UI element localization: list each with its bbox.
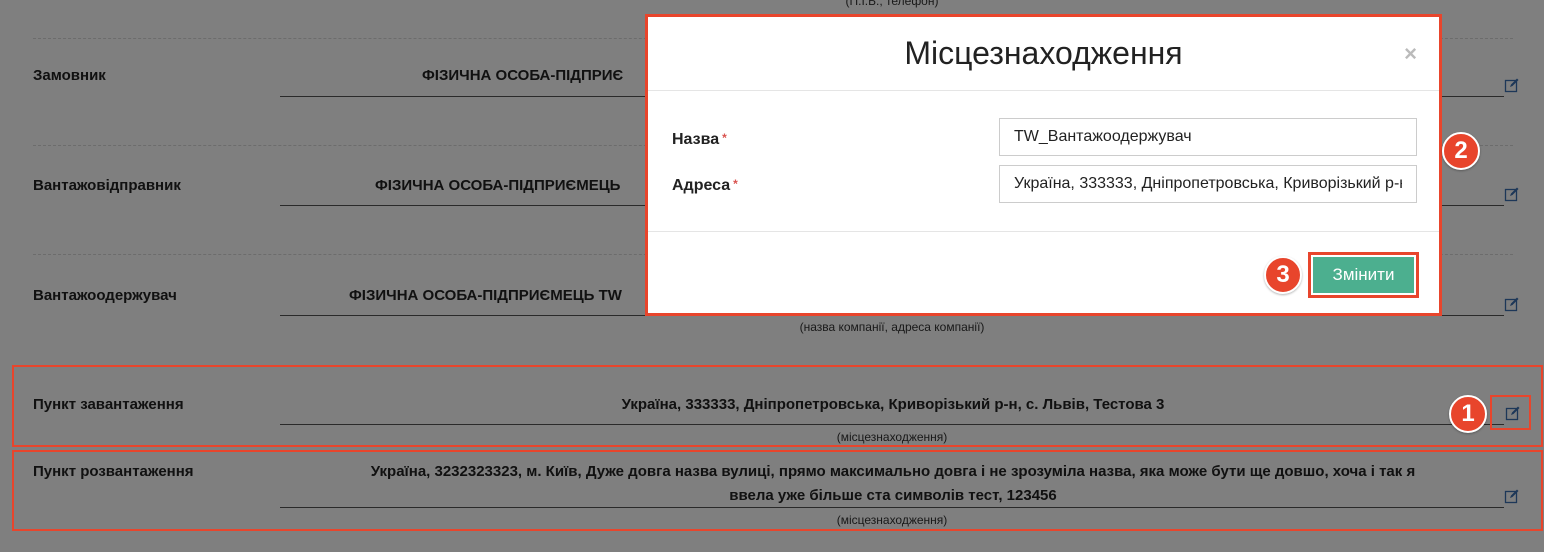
close-icon[interactable]: ×	[1404, 41, 1417, 67]
name-input[interactable]	[999, 118, 1417, 156]
step-badge-3: 3	[1264, 256, 1302, 294]
required-mark: *	[722, 131, 727, 145]
modal-title: Місцезнаходження	[904, 35, 1183, 71]
loading-point-highlight	[12, 365, 1543, 447]
edit-icon-highlight	[1490, 395, 1531, 430]
unloading-point-highlight	[12, 450, 1543, 531]
submit-button[interactable]: Змінити	[1313, 257, 1414, 293]
required-mark: *	[733, 177, 738, 191]
modal-footer-divider	[648, 231, 1439, 232]
modal-header-divider	[648, 90, 1439, 91]
step-badge-2: 2	[1442, 132, 1480, 170]
submit-button-wrapper: Змінити	[1308, 252, 1419, 298]
address-label-text: Адреса	[672, 177, 731, 194]
name-label: Назва *	[672, 131, 727, 149]
location-modal: Місцезнаходження × Назва* Адреса* Змінит…	[645, 14, 1442, 316]
name-label-text: Назва	[672, 131, 720, 148]
address-input[interactable]	[999, 165, 1417, 203]
step-badge-1: 1	[1449, 395, 1487, 433]
address-label: Адреса *	[672, 177, 738, 195]
